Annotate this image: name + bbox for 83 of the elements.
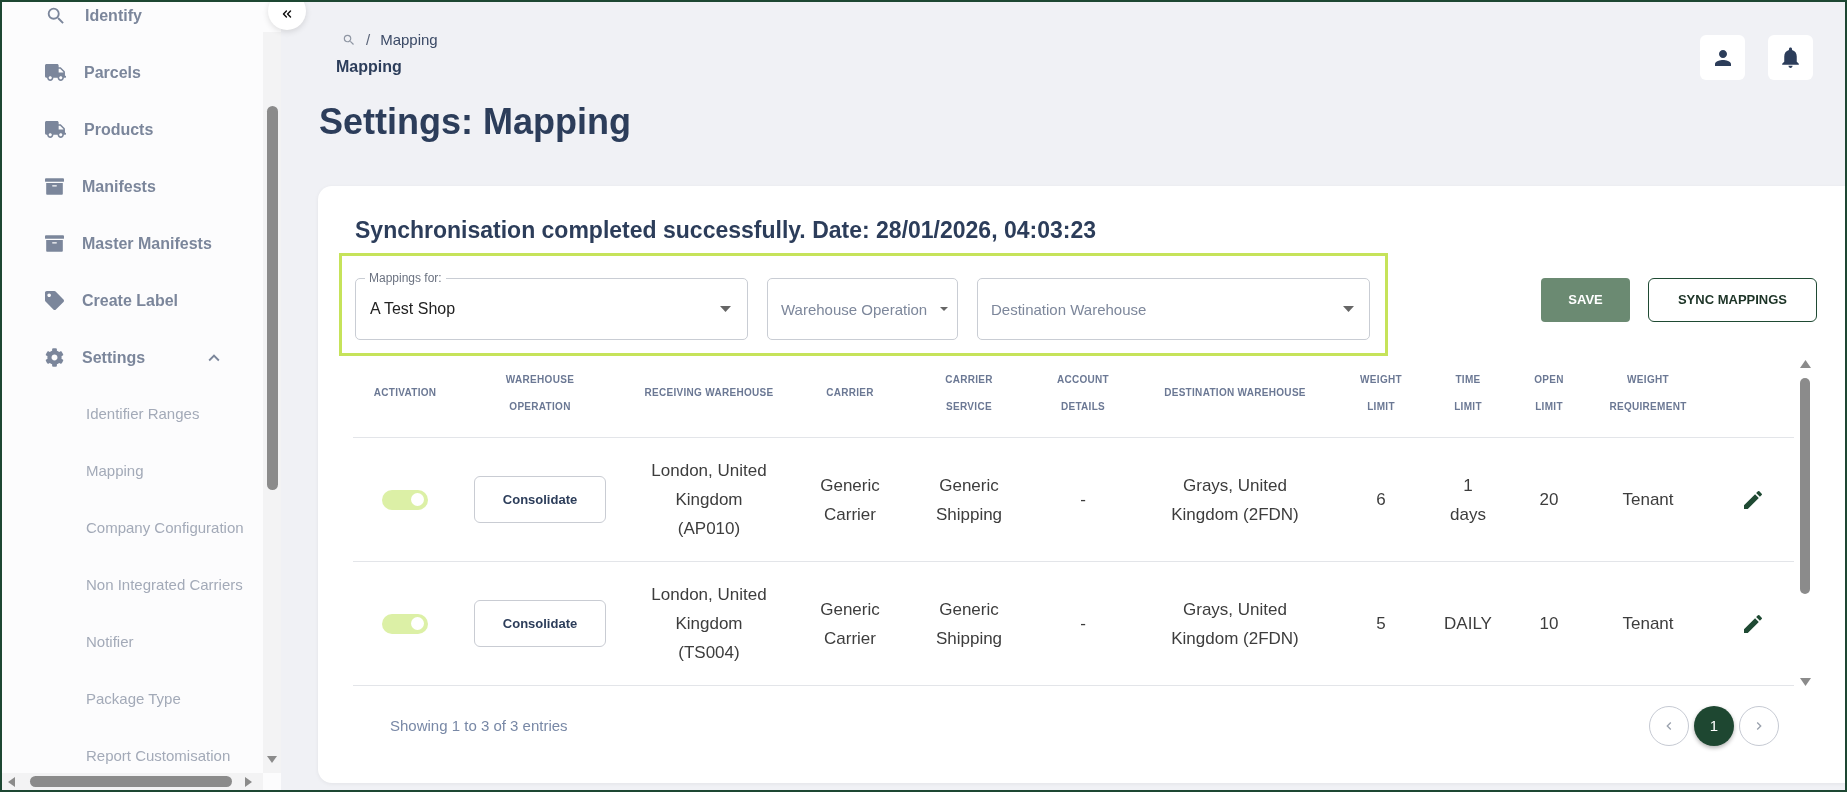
column-header: WAREHOUSE OPERATION — [504, 372, 576, 414]
table-cell-text: - — [1080, 613, 1086, 635]
select-field[interactable]: Destination Warehouse — [977, 278, 1370, 340]
next-page-button[interactable] — [1739, 706, 1779, 746]
nav-subitem[interactable]: Non Integrated Carriers — [2, 557, 263, 614]
breadcrumb-link[interactable]: Mapping — [380, 28, 438, 52]
table-cell-text: Grays, United Kingdom (2FDN) — [1170, 598, 1300, 650]
column-header: ACCOUNT DETAILS — [1055, 372, 1111, 414]
scrollbar-thumb[interactable] — [30, 776, 232, 787]
scrollbar-thumb[interactable] — [266, 106, 278, 490]
column-header: DESTINATION WAREHOUSE — [1164, 386, 1306, 400]
toggle-switch[interactable] — [382, 489, 428, 510]
save-button[interactable]: SAVE — [1541, 278, 1630, 322]
previous-page-button[interactable] — [1649, 706, 1689, 746]
nav-subitem[interactable]: Report Customisation — [2, 728, 263, 773]
breadcrumb-separator: / — [366, 29, 371, 50]
table-cell-text: London, United Kingdom (AP010) — [650, 460, 768, 540]
column-header: CARRIER — [826, 386, 874, 400]
table-cell-text: 1 days — [1450, 474, 1486, 526]
truck-icon — [45, 121, 66, 138]
scroll-left-icon[interactable] — [8, 776, 15, 787]
double-chevron-left-icon — [280, 7, 294, 21]
nav-item[interactable]: Parcels — [2, 44, 263, 101]
table-cell-text: Grays, United Kingdom (2FDN) — [1170, 474, 1300, 526]
notifications-button[interactable] — [1768, 35, 1813, 80]
table-cell-text: Tenant — [1622, 613, 1674, 635]
table-cell-text: - — [1080, 489, 1086, 511]
scroll-down-icon[interactable] — [1799, 678, 1811, 686]
nav-subitem[interactable]: Mapping — [2, 443, 263, 500]
toggle-switch[interactable] — [382, 613, 428, 634]
table-cell-text: London, United Kingdom (TS004) — [650, 584, 768, 664]
nav-item[interactable]: Master Manifests — [2, 215, 263, 272]
table-cell-text: Generic Carrier — [820, 474, 880, 526]
scroll-down-icon[interactable] — [267, 756, 277, 763]
scrollbar-thumb[interactable] — [1800, 378, 1810, 594]
nav-subitem[interactable]: Identifier Ranges — [2, 386, 263, 443]
field-label: Mappings for: — [365, 270, 446, 286]
column-header: ACTIVATION — [373, 386, 437, 400]
column-header: WEIGHT REQUIREMENT — [1608, 372, 1688, 414]
page-title: Settings: Mapping — [319, 100, 632, 144]
column-header: TIME LIMIT — [1453, 372, 1483, 414]
table-cell-text: Generic Shipping — [935, 598, 1003, 650]
entries-summary: Showing 1 to 3 of 3 entries — [390, 715, 568, 736]
select-field[interactable]: Warehouse Operation — [767, 278, 958, 340]
archive-box-icon — [45, 234, 64, 253]
consolidate-button[interactable]: Consolidate — [474, 600, 606, 647]
table-cell-text: 5 — [1376, 613, 1386, 635]
nav-item[interactable]: Products — [2, 101, 263, 158]
column-header: WEIGHT LIMIT — [1359, 372, 1403, 414]
table-cell-text: Generic Shipping — [935, 474, 1003, 526]
table-cell-text: Tenant — [1622, 489, 1674, 511]
scroll-right-icon[interactable] — [245, 776, 252, 787]
dropdown-caret-icon — [1343, 306, 1354, 312]
nav-item[interactable]: Settings — [2, 329, 263, 386]
table-cell-text: 20 — [1539, 489, 1559, 511]
nav-item[interactable]: Identify — [2, 2, 263, 44]
nav-item[interactable]: Manifests — [2, 158, 263, 215]
sync-status-message: Synchronisation completed successfully. Date: 28/01/2026, 04:03:23 — [355, 216, 1097, 244]
tag-icon — [45, 291, 64, 310]
column-header: CARRIER SERVICE — [944, 372, 994, 414]
table-cell-text: 10 — [1539, 613, 1559, 635]
table-cell-text: Generic Carrier — [820, 598, 880, 650]
column-header: OPEN LIMIT — [1533, 372, 1565, 414]
scroll-up-icon[interactable] — [1799, 360, 1811, 368]
consolidate-button[interactable]: Consolidate — [474, 476, 606, 523]
page-button[interactable]: 1 — [1694, 706, 1734, 746]
dropdown-caret-icon — [720, 306, 731, 312]
gear-icon — [45, 348, 64, 367]
nav-item[interactable]: Create Label — [2, 272, 263, 329]
column-header: RECEIVING WAREHOUSE — [644, 386, 774, 400]
table-cell-text: 6 — [1376, 489, 1386, 511]
nav-subitem[interactable]: Notifier — [2, 614, 263, 671]
field-value: A Test Shop — [370, 299, 456, 319]
table-cell-text: DAILY — [1444, 613, 1492, 635]
breadcrumb-current: Mapping — [336, 57, 403, 77]
nav-subitem[interactable]: Package Type — [2, 671, 263, 728]
sync-button[interactable]: SYNC MAPPINGS — [1648, 278, 1817, 322]
truck-icon — [45, 64, 66, 81]
dropdown-caret-icon — [940, 307, 948, 311]
search-icon[interactable] — [342, 33, 356, 47]
archive-box-icon — [45, 177, 64, 196]
user-button[interactable] — [1700, 35, 1745, 80]
nav-subitem[interactable]: Company Configuration — [2, 500, 263, 557]
